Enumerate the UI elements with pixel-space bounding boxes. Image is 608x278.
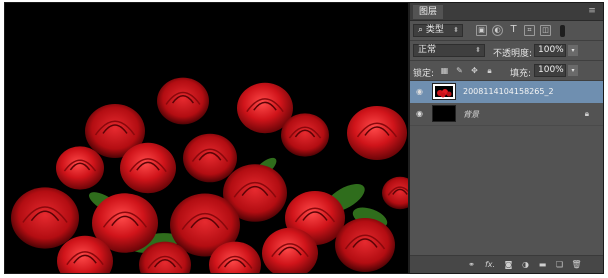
rose — [281, 113, 329, 157]
panel-menu-icon[interactable]: ≡ — [587, 6, 597, 16]
document-canvas[interactable] — [5, 3, 408, 273]
opacity-label: 不透明度: — [493, 49, 533, 59]
rose — [335, 218, 395, 272]
blend-row: 正常 ⬍ 不透明度: 100% ▾ — [410, 42, 603, 59]
rose-thumbnail-image — [433, 84, 455, 99]
shape-filter-icon[interactable]: ⌗ — [524, 25, 535, 36]
panel-tabbar: 图层 ≡ — [410, 3, 603, 21]
rose — [56, 146, 104, 190]
lock-transparent-icon[interactable]: ▦ — [440, 66, 449, 75]
opacity-input[interactable]: 100% — [534, 44, 566, 57]
layers-panel: 图层 ≡ ⌕ 类型 ⬍ ▣ ◐ T ⌗ ◫ 正常 ⬍ 不透明度: 100% ▾ … — [410, 3, 603, 273]
chevron-down-icon: ⬍ — [475, 46, 481, 54]
rose — [183, 133, 237, 183]
blend-mode-select[interactable]: 正常 ⬍ — [413, 44, 485, 57]
adjustment-layer-icon[interactable]: ◑ — [520, 260, 531, 270]
layer-thumbnail — [432, 83, 456, 100]
adjustment-filter-icon[interactable]: ◐ — [492, 25, 503, 36]
new-layer-icon[interactable]: ❏ — [554, 260, 565, 270]
fx-icon[interactable]: fx. — [483, 260, 497, 270]
rose-photo — [5, 3, 408, 273]
delete-layer-icon[interactable]: 🗑︎ — [571, 260, 582, 270]
divider — [410, 40, 603, 41]
lock-pixels-icon[interactable]: ✎ — [455, 66, 464, 75]
add-mask-icon[interactable]: ◙ — [503, 260, 514, 270]
layer-name: 2008114104158265_2 — [463, 87, 554, 96]
visibility-eye-icon[interactable]: ◉ — [414, 109, 425, 118]
filter-kind-label: 类型 — [425, 25, 444, 35]
layer-row-rose[interactable]: ◉ 2008114104158265_2 — [410, 81, 603, 103]
lock-all-icon[interactable]: 🔒︎ — [485, 66, 494, 75]
layer-lock-icon: 🔒︎ — [584, 109, 589, 118]
fill-input[interactable]: 100% — [534, 64, 566, 77]
rose — [120, 142, 176, 194]
lock-position-icon[interactable]: ✥ — [470, 66, 479, 75]
fill-label: 填充: — [510, 69, 532, 79]
divider — [410, 125, 603, 126]
visibility-eye-icon[interactable]: ◉ — [414, 87, 425, 96]
fill-dropdown-arrow[interactable]: ▾ — [568, 65, 578, 76]
rose — [347, 106, 407, 160]
search-icon: ⌕ — [418, 25, 426, 35]
smart-object-filter-icon[interactable]: ◫ — [540, 25, 551, 36]
divider — [410, 60, 603, 61]
type-filter-icon[interactable]: T — [508, 25, 519, 36]
rose — [11, 187, 79, 249]
filter-kind-select[interactable]: ⌕ 类型 ⬍ — [413, 24, 463, 37]
layer-row-background[interactable]: ◉ 背景 🔒︎ — [410, 103, 603, 125]
lock-label: 锁定: — [413, 69, 435, 79]
filter-toggle[interactable] — [560, 25, 565, 37]
filter-row: ⌕ 类型 ⬍ ▣ ◐ T ⌗ ◫ — [410, 23, 603, 39]
lock-row: 锁定: ▦ ✎ ✥ 🔒︎ 填充: 100% ▾ — [410, 62, 603, 79]
layers-bottom-bar: ⚭ fx. ◙ ◑ ▬ ❏ 🗑︎ — [410, 255, 603, 273]
layer-thumbnail — [432, 105, 456, 122]
rose — [157, 77, 209, 125]
chevron-down-icon: ⬍ — [453, 26, 459, 34]
layer-name: 背景 — [463, 110, 479, 119]
opacity-dropdown-arrow[interactable]: ▾ — [568, 45, 578, 56]
new-group-icon[interactable]: ▬ — [537, 260, 548, 270]
layers-tab[interactable]: 图层 — [413, 5, 444, 19]
blend-mode-value: 正常 — [418, 45, 437, 55]
link-layers-icon[interactable]: ⚭ — [466, 260, 477, 270]
image-filter-icon[interactable]: ▣ — [476, 25, 487, 36]
